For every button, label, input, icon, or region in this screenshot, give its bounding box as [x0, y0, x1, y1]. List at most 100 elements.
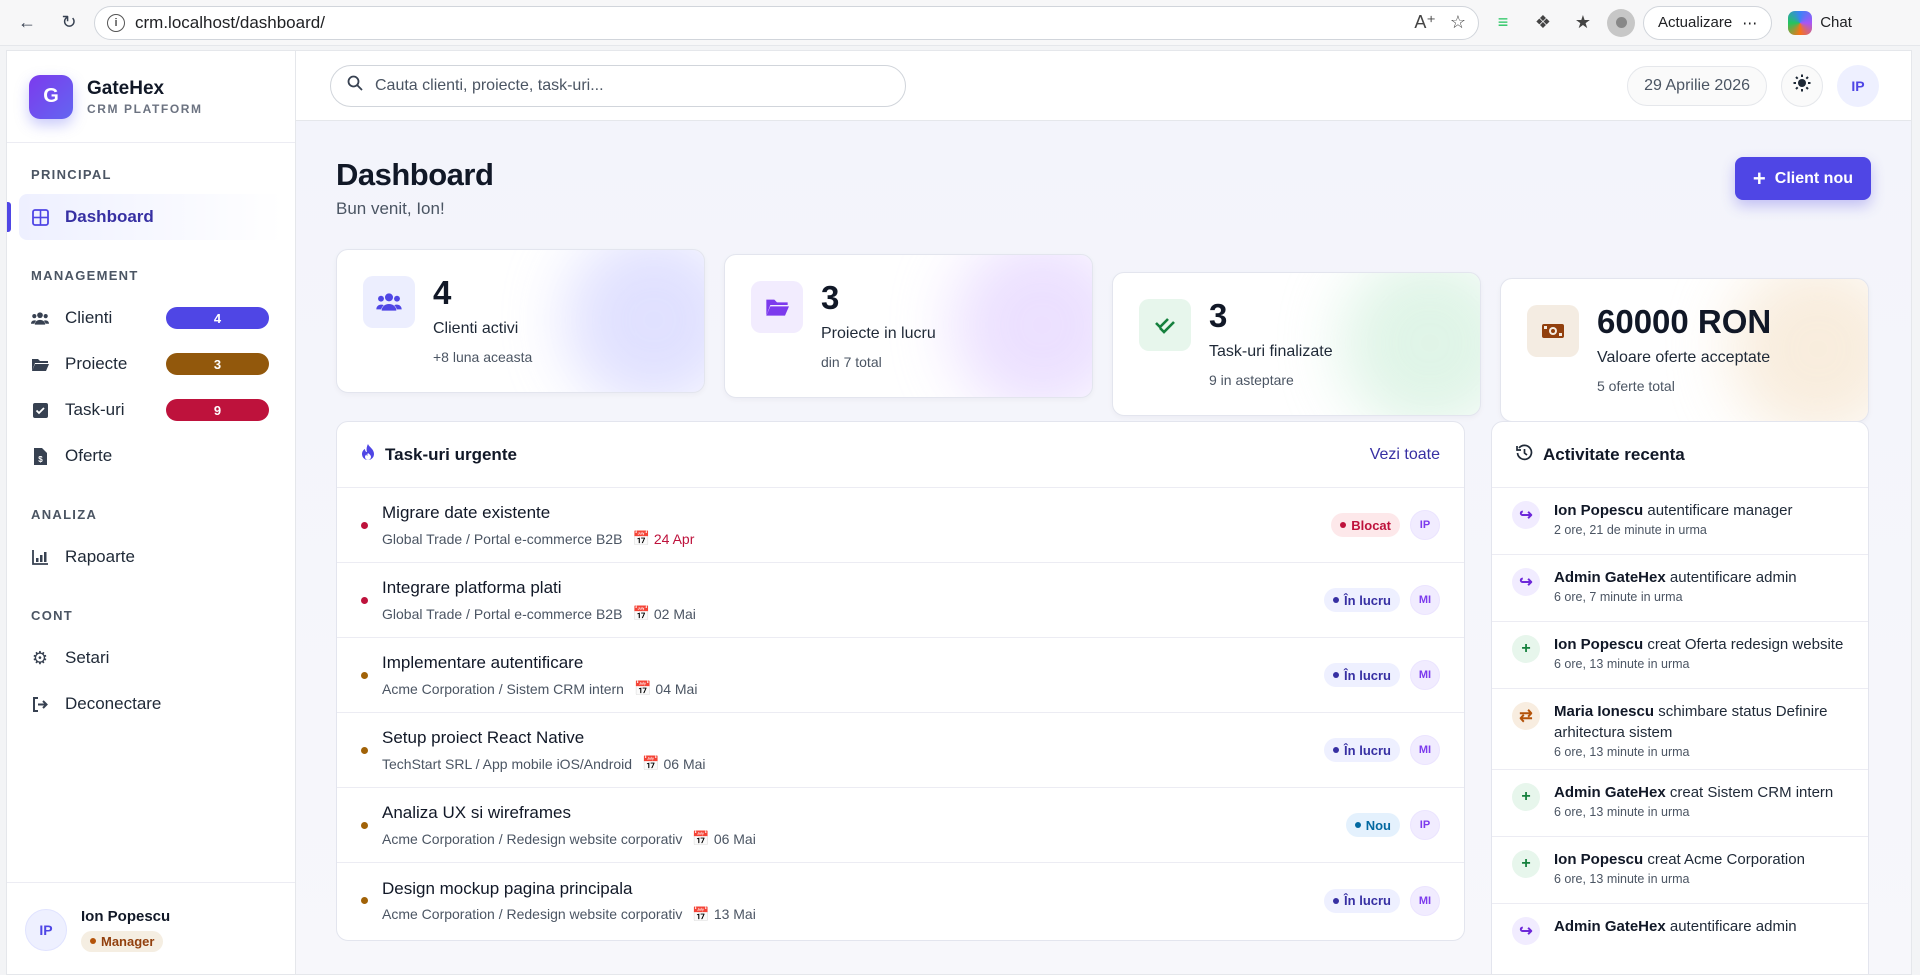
read-aloud-icon[interactable]: A⁺ — [1414, 12, 1436, 33]
sidebar-item-taskuri[interactable]: Task-uri 9 — [19, 387, 283, 433]
checkbox-icon — [31, 402, 49, 418]
main-content: Dashboard Bun venit, Ion! + Client nou 4… — [296, 121, 1911, 974]
sidebar-item-oferte[interactable]: $ Oferte — [19, 433, 283, 479]
extensions-puzzle-icon[interactable]: ❖ — [1527, 7, 1559, 39]
role-badge: Manager — [81, 930, 164, 952]
count-badge: 4 — [166, 307, 269, 329]
list-item: ↪ Admin GateHex autentificare admin 6 or… — [1492, 555, 1868, 622]
stat-sub: +8 luna aceasta — [433, 349, 533, 365]
back-icon[interactable]: ← — [10, 6, 44, 40]
calendar-icon: 📅 — [632, 530, 650, 546]
sidebar-item-label: Task-uri — [65, 400, 125, 419]
activity-time: 6 ore, 13 minute in urma — [1554, 805, 1690, 819]
activity-user: Admin GateHex — [1554, 918, 1666, 935]
sidebar-item-proiecte[interactable]: Proiecte 3 — [19, 341, 283, 387]
activity-user: Admin GateHex — [1554, 784, 1666, 801]
urgent-tasks-panel: Task-uri urgente Vezi toate Migrare date… — [336, 421, 1465, 941]
swap-icon: ⇄ — [1512, 702, 1540, 730]
task-project: Acme Corporation / Redesign website corp… — [382, 830, 683, 847]
user-profile[interactable]: IP Ion Popescu Manager — [7, 882, 295, 974]
table-row[interactable]: Analiza UX si wireframes Acme Corporatio… — [337, 788, 1464, 863]
sidebar-item-label: Clienti — [65, 308, 113, 327]
table-row[interactable]: Integrare platforma plati Global Trade /… — [337, 563, 1464, 638]
chat-label: Chat — [1820, 14, 1852, 31]
favorite-star-icon[interactable]: ☆ — [1450, 12, 1466, 33]
chat-button[interactable]: Chat — [1780, 6, 1860, 40]
sidebar-item-label: Dashboard — [65, 207, 154, 226]
sidebar-item-label: Rapoarte — [65, 547, 135, 566]
stat-label: Proiecte in lucru — [821, 325, 936, 342]
reload-icon[interactable]: ↻ — [52, 6, 86, 40]
nav-section-management: MANAGEMENT — [31, 268, 139, 283]
app-window: G GateHex CRM PLATFORM PRINCIPAL Dashboa… — [6, 50, 1912, 975]
page-subtitle: Bun venit, Ion! — [336, 199, 445, 218]
task-project: Acme Corporation / Sistem CRM intern — [382, 680, 624, 697]
view-all-link[interactable]: Vezi toate — [1370, 446, 1440, 464]
search-input[interactable] — [375, 76, 889, 95]
theme-toggle-button[interactable] — [1781, 64, 1823, 107]
panel-title: Task-uri urgente — [385, 444, 517, 464]
activity-action: autentificare manager — [1647, 502, 1793, 519]
users-icon — [363, 276, 415, 328]
address-bar[interactable]: i crm.localhost/dashboard/ A⁺ ☆ — [94, 5, 1479, 40]
sidebar-item-deconectare[interactable]: Deconectare — [19, 681, 283, 727]
stat-value: 3 — [821, 279, 840, 316]
task-due-date: 06 Mai — [663, 755, 706, 772]
assignee-avatar: MI — [1410, 885, 1440, 916]
priority-dot — [361, 596, 368, 604]
sidebar-item-rapoarte[interactable]: Rapoarte — [19, 534, 283, 580]
table-row[interactable]: Design mockup pagina principala Acme Cor… — [337, 863, 1464, 938]
panel-header: Activitate recenta — [1492, 422, 1868, 488]
sun-icon — [1793, 74, 1811, 97]
table-row[interactable]: Migrare date existente Global Trade / Po… — [337, 488, 1464, 563]
sidebar-item-clienti[interactable]: Clienti 4 — [19, 295, 283, 341]
stat-card-clients[interactable]: 4 Clienti activi +8 luna aceasta — [336, 249, 705, 393]
list-item: + Admin GateHex creat Sistem CRM intern … — [1492, 770, 1868, 837]
panel-title: Activitate recenta — [1543, 444, 1685, 464]
table-row[interactable]: Setup proiect React Native TechStart SRL… — [337, 713, 1464, 788]
users-icon — [31, 311, 49, 326]
task-title: Design mockup pagina principala — [382, 878, 633, 898]
user-avatar-button[interactable]: IP — [1837, 64, 1879, 107]
task-due-date: 13 Mai — [713, 906, 756, 922]
sidebar-item-dashboard[interactable]: Dashboard — [7, 194, 283, 240]
task-title: Integrare platforma plati — [382, 578, 562, 597]
update-button[interactable]: Actualizare ⋯ — [1643, 5, 1773, 40]
brand-logo: G — [29, 74, 73, 119]
task-due-date: 24 Apr — [653, 530, 695, 547]
role-label: Manager — [101, 933, 155, 949]
task-project: TechStart SRL / App mobile iOS/Android — [382, 755, 633, 772]
status-badge: Blocat — [1331, 513, 1400, 537]
calendar-icon: 📅 — [632, 605, 650, 621]
search-box[interactable] — [330, 64, 906, 107]
nav-section-principal: PRINCIPAL — [31, 167, 112, 182]
copilot-icon — [1788, 10, 1813, 35]
task-due-date: 04 Mai — [655, 680, 698, 697]
stat-card-offers[interactable]: 60000 RON Valoare oferte acceptate 5 ofe… — [1500, 278, 1869, 422]
task-title: Implementare autentificare — [382, 653, 584, 672]
logout-icon — [31, 696, 49, 712]
assignee-avatar: MI — [1410, 585, 1440, 615]
new-client-button[interactable]: + Client nou — [1734, 157, 1871, 200]
priority-dot — [361, 746, 368, 754]
activity-time: 6 ore, 13 minute in urma — [1554, 657, 1690, 671]
folder-icon — [31, 357, 49, 372]
folder-icon — [751, 281, 803, 333]
site-info-icon[interactable]: i — [107, 13, 125, 32]
assignee-avatar: IP — [1410, 810, 1440, 840]
task-project: Global Trade / Portal e-commerce B2B — [382, 530, 623, 547]
favorites-icon[interactable]: ★ — [1567, 7, 1599, 39]
brand[interactable]: G GateHex CRM PLATFORM — [7, 51, 295, 143]
activity-action: creat Oferta redesign website — [1647, 636, 1844, 653]
table-row[interactable]: Implementare autentificare Acme Corporat… — [337, 638, 1464, 713]
extension-icon[interactable]: ≡ — [1487, 7, 1519, 39]
profile-icon[interactable] — [1607, 8, 1635, 37]
stat-card-projects[interactable]: 3 Proiecte in lucru din 7 total — [724, 254, 1093, 398]
invoice-icon: $ — [31, 447, 49, 465]
stat-card-tasks[interactable]: 3 Task-uri finalizate 9 in asteptare — [1112, 272, 1481, 416]
svg-text:$: $ — [38, 455, 43, 464]
plus-icon: + — [1512, 783, 1540, 811]
list-item: + Ion Popescu creat Oferta redesign webs… — [1492, 622, 1868, 689]
sidebar-item-label: Deconectare — [65, 694, 162, 713]
sidebar-item-setari[interactable]: ⚙ Setari — [19, 635, 283, 681]
